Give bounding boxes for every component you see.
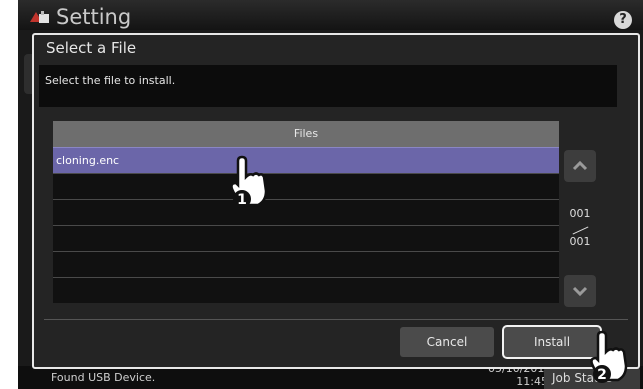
page-title: Setting bbox=[56, 5, 132, 29]
page-total: 001 bbox=[569, 235, 591, 248]
page-divider bbox=[572, 226, 589, 235]
step-number: 1 bbox=[237, 192, 247, 208]
dialog-message: Select the file to install. bbox=[45, 74, 176, 87]
file-row[interactable] bbox=[53, 199, 559, 225]
pointing-hand-icon: 2 bbox=[590, 330, 628, 383]
chevron-down-icon bbox=[572, 286, 588, 297]
device-screen: Setting ? Found USB Device. 05/10/2016 1… bbox=[18, 0, 643, 389]
setting-icon bbox=[30, 11, 49, 23]
status-time: 11:45 bbox=[516, 375, 548, 388]
step-number: 2 bbox=[597, 367, 607, 383]
top-bar: Setting ? bbox=[18, 0, 643, 30]
select-file-dialog: Select a File Select the file to install… bbox=[32, 33, 640, 369]
chevron-up-icon bbox=[572, 160, 588, 171]
pointing-hand-icon: 1 bbox=[230, 155, 268, 208]
file-row-cloning[interactable]: cloning.enc bbox=[53, 147, 559, 173]
dialog-message-box: Select the file to install. bbox=[39, 65, 617, 107]
file-row[interactable] bbox=[53, 225, 559, 251]
file-row[interactable] bbox=[53, 277, 559, 303]
file-row[interactable] bbox=[53, 173, 559, 199]
files-table-header: Files bbox=[53, 121, 559, 147]
dialog-title: Select a File bbox=[46, 39, 137, 57]
scroll-down-button[interactable] bbox=[564, 275, 596, 307]
status-message: Found USB Device. bbox=[51, 371, 156, 384]
files-table: Files cloning.enc bbox=[53, 121, 559, 303]
cancel-button[interactable]: Cancel bbox=[400, 327, 494, 357]
page-current: 001 bbox=[569, 207, 591, 220]
file-row[interactable] bbox=[53, 251, 559, 277]
help-icon[interactable]: ? bbox=[614, 11, 632, 29]
scroll-up-button[interactable] bbox=[564, 150, 596, 182]
dialog-separator bbox=[44, 319, 628, 320]
